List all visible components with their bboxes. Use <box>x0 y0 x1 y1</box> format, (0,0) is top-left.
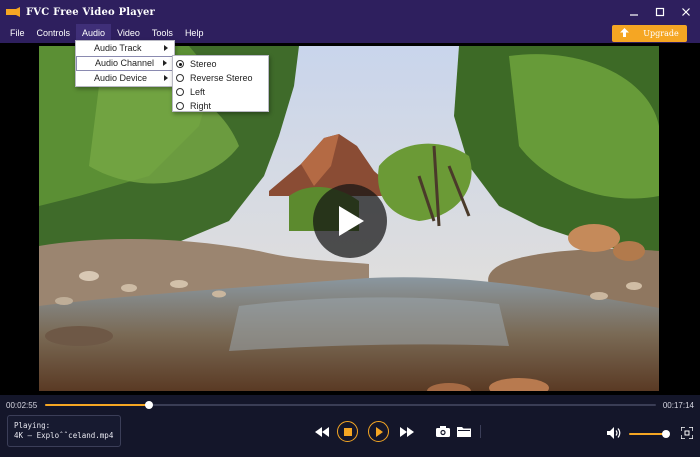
film-strip-icon <box>6 5 20 19</box>
seek-bar-thumb[interactable] <box>144 401 153 409</box>
channel-option-left[interactable]: Left <box>173 85 268 99</box>
channel-option-label: Reverse Stereo <box>190 73 253 83</box>
audio-device-label: Audio Device <box>94 73 148 83</box>
window-controls <box>628 0 692 24</box>
audio-track-label: Audio Track <box>94 43 142 53</box>
volume-slider-thumb[interactable] <box>661 430 670 438</box>
submenu-arrow-icon <box>164 45 168 51</box>
fullscreen-icon <box>681 427 693 439</box>
seek-bar-fill <box>45 404 149 406</box>
now-playing-label: Playing: <box>14 421 51 430</box>
radio-selected-icon <box>176 60 184 68</box>
current-time: 00:02:55 <box>6 401 38 410</box>
upgrade-button[interactable]: Upgrade <box>612 25 687 42</box>
channel-option-label: Stereo <box>190 59 217 69</box>
fast-forward-button[interactable] <box>399 425 415 439</box>
audio-channel-menu: Stereo Reverse Stereo Left Right <box>172 55 269 112</box>
submenu-arrow-icon <box>164 75 168 81</box>
channel-option-label: Right <box>190 101 212 111</box>
now-playing-file: 4K – Exploˆˆceland.mp4 <box>14 431 114 440</box>
title-bar: FVC Free Video Player <box>0 0 700 24</box>
total-time: 00:17:14 <box>662 401 694 410</box>
audio-menu-audio-channel[interactable]: Audio Channel <box>76 56 174 71</box>
play-button[interactable] <box>368 421 389 442</box>
stop-icon <box>343 427 352 436</box>
camera-icon <box>436 425 450 437</box>
folder-icon <box>457 426 471 437</box>
rewind-icon <box>315 427 329 437</box>
audio-channel-label: Audio Channel <box>95 58 155 68</box>
control-divider <box>480 425 481 438</box>
play-icon <box>375 426 383 437</box>
video-area[interactable] <box>0 43 700 395</box>
rewind-button[interactable] <box>314 425 330 439</box>
channel-option-label: Left <box>190 87 206 97</box>
radio-icon <box>176 88 184 96</box>
stop-button[interactable] <box>337 421 358 442</box>
fullscreen-button[interactable] <box>680 426 694 440</box>
channel-option-right[interactable]: Right <box>173 99 268 113</box>
maximize-icon[interactable] <box>654 6 666 18</box>
audio-menu-audio-device[interactable]: Audio Device <box>76 71 174 86</box>
video-frame[interactable] <box>39 46 659 391</box>
volume-slider[interactable] <box>629 430 670 438</box>
upgrade-label: Upgrade <box>643 29 679 38</box>
fast-forward-icon <box>400 427 414 437</box>
speaker-icon <box>606 427 620 439</box>
close-icon[interactable] <box>680 6 692 18</box>
play-icon <box>339 206 364 236</box>
submenu-arrow-icon <box>163 60 167 66</box>
radio-icon <box>176 102 184 110</box>
progress-row: 00:02:55 00:17:14 <box>0 395 700 415</box>
audio-menu-audio-track[interactable]: Audio Track <box>76 41 174 56</box>
menu-help[interactable]: Help <box>179 24 210 43</box>
play-overlay-button[interactable] <box>313 184 387 258</box>
menu-controls[interactable]: Controls <box>31 24 77 43</box>
menu-file[interactable]: File <box>4 24 31 43</box>
channel-option-stereo[interactable]: Stereo <box>173 57 268 71</box>
channel-option-reverse-stereo[interactable]: Reverse Stereo <box>173 71 268 85</box>
snapshot-button[interactable] <box>435 424 451 438</box>
now-playing-panel: Playing: 4K – Exploˆˆceland.mp4 <box>7 415 121 447</box>
app-title: FVC Free Video Player <box>26 6 156 18</box>
upgrade-arrow-icon <box>620 28 630 39</box>
radio-icon <box>176 74 184 82</box>
volume-button[interactable] <box>606 426 622 440</box>
control-bar: Playing: 4K – Exploˆˆceland.mp4 <box>0 415 700 457</box>
seek-bar[interactable] <box>45 401 656 409</box>
minimize-icon[interactable] <box>628 6 640 18</box>
audio-menu: Audio Track Audio Channel Audio Device <box>75 40 175 87</box>
open-file-button[interactable] <box>456 424 472 438</box>
